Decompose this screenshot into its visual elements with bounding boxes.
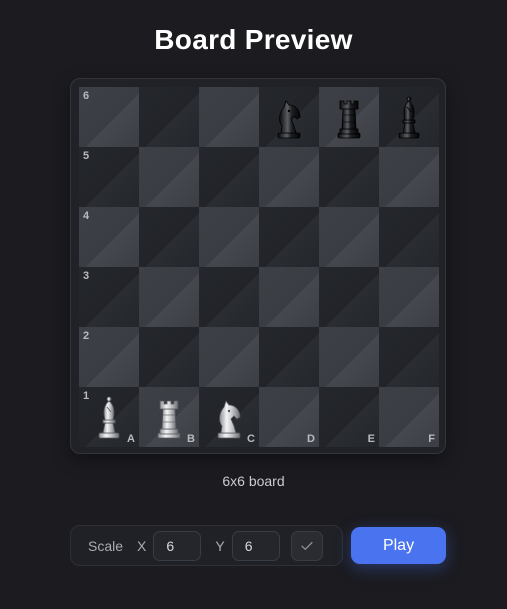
- square-f6[interactable]: [379, 87, 439, 147]
- square-e6[interactable]: [319, 87, 379, 147]
- square-a1[interactable]: 1A: [79, 387, 139, 447]
- rank-label: 5: [83, 150, 90, 162]
- square-d2[interactable]: [259, 327, 319, 387]
- square-b6[interactable]: [139, 87, 199, 147]
- square-e2[interactable]: [319, 327, 379, 387]
- square-b3[interactable]: [139, 267, 199, 327]
- rank-label: 2: [83, 330, 90, 342]
- square-d4[interactable]: [259, 207, 319, 267]
- file-label: D: [307, 433, 315, 445]
- chess-board: 6 5 4 3 2 1 A B C D E F: [79, 87, 439, 447]
- x-size-input[interactable]: [153, 530, 202, 561]
- scale-label: Scale: [88, 537, 124, 554]
- square-a2[interactable]: 2: [79, 327, 139, 387]
- square-a3[interactable]: 3: [79, 267, 139, 327]
- square-e4[interactable]: [319, 207, 379, 267]
- board-frame: 6 5 4 3 2 1 A B C D E F: [70, 78, 446, 454]
- square-c1[interactable]: C: [199, 387, 259, 447]
- square-e5[interactable]: [319, 147, 379, 207]
- page: Board Preview 6 5 4 3 2 1 A B C D E F 6x…: [0, 0, 507, 609]
- rank-label: 3: [83, 270, 90, 282]
- square-c5[interactable]: [199, 147, 259, 207]
- page-title: Board Preview: [154, 24, 353, 55]
- rank-label: 4: [83, 210, 90, 222]
- square-f5[interactable]: [379, 147, 439, 207]
- square-d1[interactable]: D: [259, 387, 319, 447]
- board-caption: 6x6 board: [222, 473, 285, 489]
- square-d3[interactable]: [259, 267, 319, 327]
- square-d5[interactable]: [259, 147, 319, 207]
- y-size-input[interactable]: [231, 530, 280, 561]
- file-label: E: [367, 433, 375, 445]
- confirm-size-button[interactable]: [290, 530, 323, 561]
- square-f4[interactable]: [379, 207, 439, 267]
- square-f2[interactable]: [379, 327, 439, 387]
- white-rook-icon[interactable]: [147, 393, 191, 441]
- rank-label: 6: [83, 90, 90, 102]
- square-e3[interactable]: [319, 267, 379, 327]
- square-f3[interactable]: [379, 267, 439, 327]
- square-c2[interactable]: [199, 327, 259, 387]
- black-knight-icon[interactable]: [267, 93, 311, 141]
- white-knight-icon[interactable]: [207, 393, 251, 441]
- play-button[interactable]: Play: [351, 527, 446, 564]
- square-a4[interactable]: 4: [79, 207, 139, 267]
- square-c3[interactable]: [199, 267, 259, 327]
- square-d6[interactable]: [259, 87, 319, 147]
- square-b2[interactable]: [139, 327, 199, 387]
- square-c6[interactable]: [199, 87, 259, 147]
- check-icon: [301, 541, 313, 550]
- square-b5[interactable]: [139, 147, 199, 207]
- scale-controls: Scale X Y: [70, 525, 343, 566]
- file-label: F: [428, 433, 435, 445]
- black-bishop-icon[interactable]: [387, 93, 431, 141]
- x-label: X: [137, 537, 147, 554]
- square-a5[interactable]: 5: [79, 147, 139, 207]
- y-label: Y: [215, 537, 225, 554]
- white-bishop-icon[interactable]: [87, 393, 131, 441]
- square-a6[interactable]: 6: [79, 87, 139, 147]
- black-rook-icon[interactable]: [327, 93, 371, 141]
- square-f1[interactable]: F: [379, 387, 439, 447]
- square-e1[interactable]: E: [319, 387, 379, 447]
- square-c4[interactable]: [199, 207, 259, 267]
- square-b1[interactable]: B: [139, 387, 199, 447]
- square-b4[interactable]: [139, 207, 199, 267]
